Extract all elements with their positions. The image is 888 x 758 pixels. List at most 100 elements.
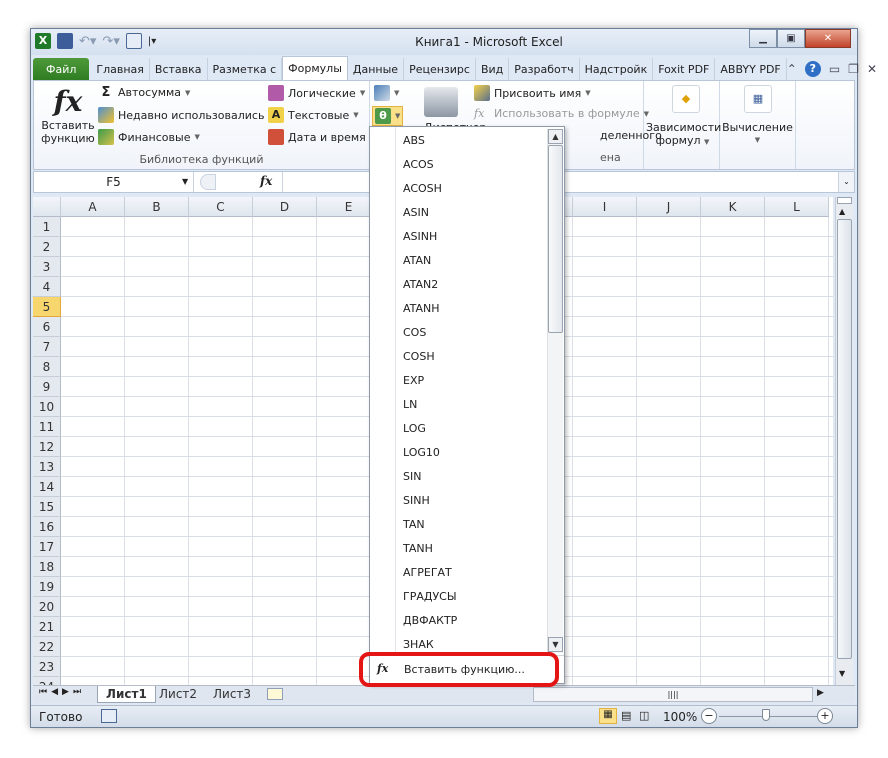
math-trig-button[interactable]: θ ▼ bbox=[372, 106, 404, 126]
tab-foxit-pdf[interactable]: Foxit PDF bbox=[653, 58, 716, 80]
row-header[interactable]: 24 bbox=[33, 677, 61, 685]
function-menu-item[interactable]: TANH bbox=[403, 537, 433, 561]
logical-button[interactable]: Логические ▼ bbox=[268, 85, 365, 101]
doc-minimize-icon[interactable]: ▭ bbox=[829, 62, 840, 76]
column-header[interactable]: B bbox=[125, 197, 189, 217]
scroll-up-arrow[interactable]: ▲ bbox=[839, 207, 845, 216]
tab-developer[interactable]: Разработч bbox=[509, 58, 580, 80]
dropdown-scroll-thumb[interactable] bbox=[548, 145, 563, 333]
insert-function-fx-icon[interactable]: fx bbox=[260, 174, 272, 188]
function-menu-item[interactable]: ABS bbox=[403, 129, 425, 153]
use-in-formula-button[interactable]: fx Использовать в формуле ▼ bbox=[474, 107, 649, 120]
row-header[interactable]: 12 bbox=[33, 437, 61, 457]
name-box[interactable]: F5 bbox=[34, 172, 194, 192]
tab-abbyy-pdf[interactable]: ABBYY PDF bbox=[715, 58, 787, 80]
sheet-nav-arrows[interactable]: ⏮◀▶⏭ bbox=[39, 687, 85, 697]
split-handle[interactable] bbox=[837, 197, 852, 204]
sheet-tab-3[interactable]: Лист3 bbox=[205, 686, 259, 703]
row-header[interactable]: 23 bbox=[33, 657, 61, 677]
row-header[interactable]: 15 bbox=[33, 497, 61, 517]
calculation-group[interactable]: ▦ Вычисление ▼ bbox=[720, 81, 796, 169]
row-header[interactable]: 4 bbox=[33, 277, 61, 297]
formula-bar-grip[interactable] bbox=[200, 174, 216, 190]
row-header[interactable]: 10 bbox=[33, 397, 61, 417]
help-icon[interactable]: ? bbox=[804, 61, 821, 77]
function-menu-item[interactable]: LOG10 bbox=[403, 441, 440, 465]
row-header[interactable]: 11 bbox=[33, 417, 61, 437]
row-header[interactable]: 20 bbox=[33, 597, 61, 617]
function-menu-item[interactable]: LOG bbox=[403, 417, 426, 441]
tab-home[interactable]: Главная bbox=[91, 58, 150, 80]
row-header[interactable]: 21 bbox=[33, 617, 61, 637]
lookup-button[interactable]: ▼ bbox=[374, 85, 399, 101]
function-menu-item[interactable]: АГРЕГАТ bbox=[403, 561, 452, 585]
vertical-scroll-thumb[interactable] bbox=[837, 219, 852, 659]
function-menu-item[interactable]: COS bbox=[403, 321, 426, 345]
minimize-button[interactable]: ▁ bbox=[749, 29, 777, 48]
row-header[interactable]: 17 bbox=[33, 537, 61, 557]
row-header[interactable]: 22 bbox=[33, 637, 61, 657]
view-page-layout-button[interactable]: ▤ bbox=[621, 709, 631, 722]
function-menu-item[interactable]: ACOSH bbox=[403, 177, 442, 201]
new-sheet-icon[interactable] bbox=[267, 688, 283, 700]
insert-function-button[interactable]: fx Вставить функцию bbox=[40, 85, 96, 145]
dropdown-scroll-down[interactable]: ▼ bbox=[548, 637, 563, 652]
tab-addins[interactable]: Надстройк bbox=[580, 58, 654, 80]
scroll-down-arrow[interactable]: ▼ bbox=[839, 669, 845, 678]
row-header[interactable]: 8 bbox=[33, 357, 61, 377]
datetime-button[interactable]: Дата и время▼ bbox=[268, 129, 375, 145]
column-header[interactable]: J bbox=[637, 197, 701, 217]
row-header[interactable]: 9 bbox=[33, 377, 61, 397]
tab-page-layout[interactable]: Разметка с bbox=[208, 58, 283, 80]
function-menu-item[interactable]: ACOS bbox=[403, 153, 434, 177]
tab-insert[interactable]: Вставка bbox=[150, 58, 208, 80]
column-header[interactable]: D bbox=[253, 197, 317, 217]
doc-close-icon[interactable]: ✕ bbox=[867, 62, 877, 76]
tab-review[interactable]: Рецензирс bbox=[404, 58, 476, 80]
sheet-tab-2[interactable]: Лист2 bbox=[151, 686, 205, 703]
row-header[interactable]: 19 bbox=[33, 577, 61, 597]
function-menu-item[interactable]: SIN bbox=[403, 465, 421, 489]
function-menu-item[interactable]: SINH bbox=[403, 489, 430, 513]
row-header[interactable]: 5 bbox=[33, 297, 61, 317]
text-button[interactable]: A Текстовые ▼ bbox=[268, 107, 359, 123]
function-menu-item[interactable]: ASINH bbox=[403, 225, 437, 249]
column-header[interactable]: K bbox=[701, 197, 765, 217]
dropdown-scrollbar[interactable]: ▲ ▼ bbox=[547, 129, 563, 653]
formula-auditing-group[interactable]: ◆ Зависимости формул ▼ bbox=[646, 81, 721, 169]
row-header[interactable]: 1 bbox=[33, 217, 61, 237]
doc-restore-icon[interactable]: ❐ bbox=[848, 62, 859, 76]
financial-button[interactable]: Финансовые ▼ bbox=[98, 129, 200, 145]
function-menu-item[interactable]: COSH bbox=[403, 345, 435, 369]
name-manager-button[interactable] bbox=[424, 87, 458, 117]
function-menu-item[interactable]: ATAN2 bbox=[403, 273, 438, 297]
recently-used-button[interactable]: Недавно использовались▼ bbox=[98, 107, 274, 123]
function-menu-item[interactable]: ГРАДУСЫ bbox=[403, 585, 457, 609]
select-all-corner[interactable] bbox=[33, 197, 61, 217]
assign-name-button[interactable]: Присвоить имя ▼ bbox=[474, 85, 591, 101]
tab-formulas[interactable]: Формулы bbox=[282, 56, 348, 80]
function-menu-item[interactable]: ДВФАКТР bbox=[403, 609, 457, 633]
dropdown-scroll-up[interactable]: ▲ bbox=[548, 129, 563, 144]
function-menu-item[interactable]: ASIN bbox=[403, 201, 429, 225]
close-button[interactable]: ✕ bbox=[805, 29, 851, 48]
tab-data[interactable]: Данные bbox=[348, 58, 405, 80]
row-header[interactable]: 16 bbox=[33, 517, 61, 537]
function-menu-item[interactable]: LN bbox=[403, 393, 417, 417]
column-header[interactable]: I bbox=[573, 197, 637, 217]
row-header[interactable]: 18 bbox=[33, 557, 61, 577]
macro-record-icon[interactable] bbox=[101, 709, 117, 723]
row-header[interactable]: 3 bbox=[33, 257, 61, 277]
row-header[interactable]: 14 bbox=[33, 477, 61, 497]
zoom-out-button[interactable]: − bbox=[701, 708, 717, 724]
vertical-scrollbar[interactable]: ▲ ▼ bbox=[835, 197, 853, 685]
minimize-ribbon-icon[interactable]: ⌃ bbox=[787, 62, 797, 76]
zoom-level[interactable]: 100% bbox=[663, 710, 697, 724]
row-header[interactable]: 6 bbox=[33, 317, 61, 337]
name-box-dropdown-icon[interactable]: ▼ bbox=[182, 172, 188, 192]
function-menu-item[interactable]: TAN bbox=[403, 513, 425, 537]
tab-view[interactable]: Вид bbox=[476, 58, 510, 80]
scroll-right-arrow[interactable]: ▶ bbox=[817, 688, 824, 698]
view-normal-button[interactable]: ▦ bbox=[599, 708, 617, 724]
tab-file[interactable]: Файл bbox=[33, 58, 90, 80]
